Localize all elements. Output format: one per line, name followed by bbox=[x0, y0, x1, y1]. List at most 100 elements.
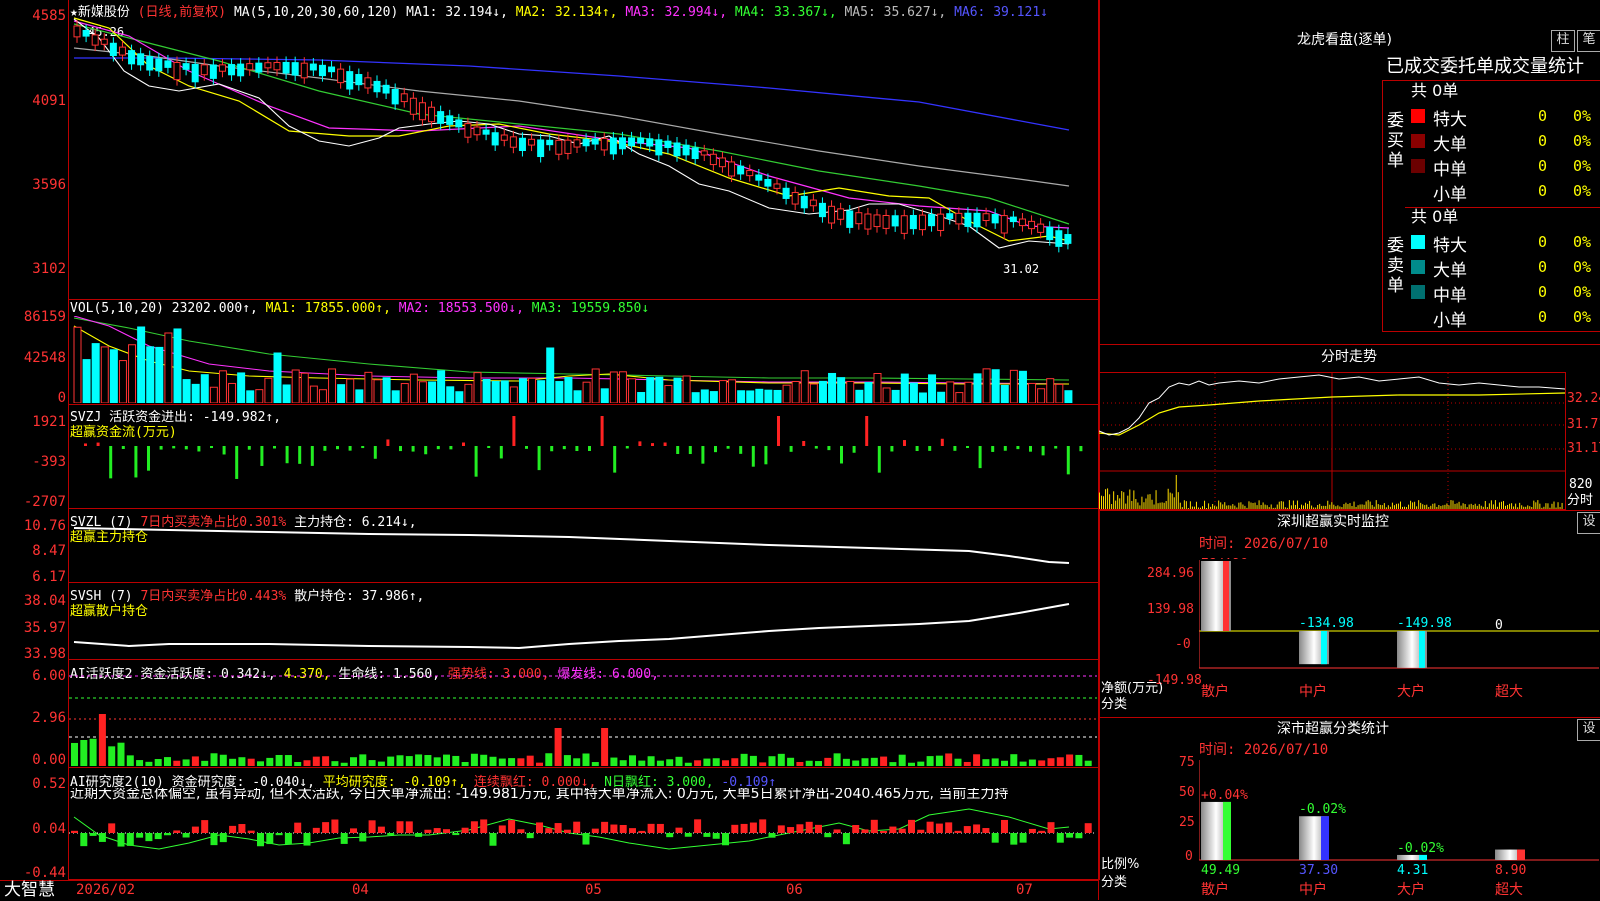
intraday-volume-bar bbox=[1404, 506, 1406, 509]
intraday-volume-bar bbox=[1202, 506, 1204, 509]
svzj-axis-tick: 1921 bbox=[32, 414, 66, 430]
candle bbox=[1028, 220, 1036, 230]
research-bar bbox=[666, 833, 674, 838]
intraday-volume-bar bbox=[1133, 490, 1135, 509]
left-chart-area[interactable]: ★新媒股份 (日线,前复权) MA(5,10,20,30,60,120) MA1… bbox=[0, 0, 1100, 901]
flow-bar bbox=[940, 438, 944, 446]
candle bbox=[637, 137, 645, 144]
tick-mode-button[interactable]: 笔 bbox=[1577, 30, 1600, 52]
volume-bar bbox=[318, 389, 327, 403]
activity-bar bbox=[1084, 760, 1092, 766]
research-bar bbox=[480, 819, 488, 833]
sz-bar-chart[interactable]: 284.96 散户 -134.98 中户 -149.98 大户 0 超大 bbox=[1199, 558, 1599, 718]
candle bbox=[1009, 216, 1017, 223]
intraday-volume-bar bbox=[1553, 501, 1555, 509]
volume-chart[interactable] bbox=[69, 316, 1097, 403]
intraday-volume-bar bbox=[1335, 506, 1337, 509]
volume-bar bbox=[182, 379, 191, 403]
candle bbox=[582, 138, 590, 147]
volume-bar bbox=[673, 377, 682, 403]
intraday-volume-bar bbox=[1387, 505, 1389, 509]
volume-bar bbox=[409, 373, 418, 403]
intraday-volume-bar bbox=[1509, 503, 1511, 509]
date-axis bbox=[0, 880, 1098, 901]
candle bbox=[364, 77, 372, 89]
volume-bar bbox=[355, 389, 364, 403]
flow-bar bbox=[991, 446, 995, 452]
sell-row: 小单 0 0% bbox=[1407, 306, 1600, 331]
intraday-volume-bar bbox=[1274, 507, 1276, 509]
candle bbox=[991, 213, 999, 224]
research-bar bbox=[89, 833, 97, 836]
intraday-volume-bar bbox=[1397, 503, 1399, 509]
activity-bar bbox=[312, 756, 320, 766]
brand-logo[interactable]: 大智慧 bbox=[4, 882, 55, 899]
flow-bar bbox=[537, 446, 541, 471]
intraday-volume-bar bbox=[1422, 504, 1424, 509]
intraday-volume-bar bbox=[1466, 507, 1468, 509]
intraday-volume-bar bbox=[1256, 505, 1258, 509]
buy-pct: 0% bbox=[1573, 107, 1592, 125]
sc-category: 超大 bbox=[1495, 882, 1523, 898]
intraday-volume-bar bbox=[1458, 501, 1460, 509]
svsh-chart[interactable] bbox=[69, 584, 1097, 659]
sc-settings-button[interactable]: 设 bbox=[1577, 719, 1600, 741]
candle bbox=[409, 97, 417, 115]
fs-tick: 31.17 bbox=[1567, 441, 1600, 456]
sz-category: 中户 bbox=[1299, 683, 1327, 700]
activity-bar bbox=[722, 760, 729, 766]
candle bbox=[200, 64, 208, 76]
volume-bar bbox=[1064, 390, 1073, 403]
buy-pct: 0% bbox=[1573, 132, 1592, 150]
ai2-chart[interactable] bbox=[69, 805, 1097, 879]
intraday-volume-bar bbox=[1175, 475, 1177, 509]
research-bar bbox=[563, 829, 571, 833]
research-bar bbox=[880, 830, 888, 833]
sell-pct: 0% bbox=[1573, 258, 1592, 276]
ai1-chart[interactable] bbox=[69, 661, 1097, 766]
volume-bar bbox=[155, 346, 164, 403]
flow-bar bbox=[550, 446, 554, 452]
research-bar bbox=[266, 833, 274, 845]
intraday-volume-bar bbox=[1125, 503, 1127, 509]
intraday-volume-bar bbox=[1523, 506, 1525, 509]
svzl-chart[interactable] bbox=[69, 510, 1097, 582]
intraday-volume-bar bbox=[1420, 502, 1422, 509]
candle bbox=[900, 215, 908, 234]
candle bbox=[482, 129, 490, 135]
intraday-volume-bar bbox=[1476, 505, 1478, 509]
activity-bar bbox=[619, 760, 627, 766]
sz-bar-value: -134.98 bbox=[1299, 616, 1354, 631]
volume-bar bbox=[209, 386, 218, 403]
research-bar bbox=[396, 821, 404, 833]
svzl-line bbox=[73, 527, 1070, 564]
intraday-panel[interactable] bbox=[1099, 372, 1566, 510]
activity-bar bbox=[387, 756, 395, 766]
candlestick-chart[interactable] bbox=[69, 16, 1097, 298]
intraday-volume-bar bbox=[1121, 491, 1123, 509]
activity-bar bbox=[1010, 754, 1018, 766]
research-bar bbox=[694, 819, 702, 833]
flow-bar bbox=[273, 446, 276, 449]
candle bbox=[82, 29, 90, 37]
research-bar bbox=[182, 833, 190, 838]
intraday-volume-bar bbox=[1414, 501, 1416, 509]
volume-bar bbox=[773, 389, 782, 403]
research-bar bbox=[815, 824, 822, 833]
intraday-volume-bar bbox=[1157, 503, 1159, 509]
activity-bar bbox=[424, 755, 432, 766]
intraday-volume-bar bbox=[1143, 502, 1145, 509]
sz-settings-button[interactable]: 设 bbox=[1577, 512, 1600, 534]
intraday-volume-bar bbox=[1488, 503, 1490, 509]
candle bbox=[128, 50, 136, 65]
intraday-volume-bar bbox=[1432, 503, 1434, 509]
intraday-volume-bar bbox=[1107, 488, 1109, 509]
research-bar bbox=[684, 833, 692, 837]
bar-mode-button[interactable]: 柱 bbox=[1551, 30, 1575, 52]
sc-category: 大户 bbox=[1397, 881, 1425, 898]
sc-bar-chart[interactable]: +0.04% 49.49 散户 -0.02% 37.30 中户 -0.02% 4.31 大户 8.… bbox=[1199, 760, 1599, 900]
intraday-chart[interactable] bbox=[1099, 373, 1565, 509]
svzj-chart[interactable] bbox=[69, 406, 1097, 507]
intraday-volume-bar bbox=[1545, 503, 1547, 509]
intraday-volume-bar bbox=[1343, 504, 1345, 509]
